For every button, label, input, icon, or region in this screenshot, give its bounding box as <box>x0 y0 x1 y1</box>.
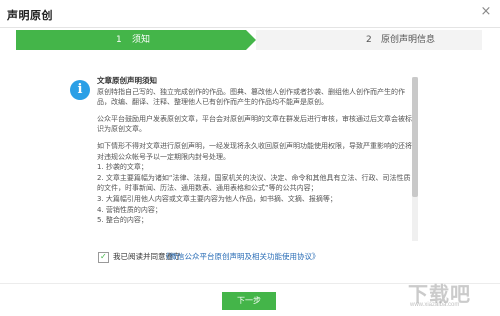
notice-list-item: 3. 大篇幅引用他人内容或文章主要内容为他人作品，如书摘、文摘、报摘等； <box>97 194 337 203</box>
close-icon[interactable]: × <box>479 5 493 19</box>
title-divider <box>0 27 500 28</box>
dialog-title: 声明原创 <box>7 9 53 22</box>
step-1-number: 1 <box>116 35 122 45</box>
notice-paragraph-restriction: 如下情形不得对文章进行原创声明，一经发现将永久收回原创声明功能使用权限，导致严重… <box>97 141 412 161</box>
notice-list-item: 2. 文章主要篇幅为诸如“法律、法规，国家机关的决议、决定、命令和其他具有立法、… <box>97 173 411 193</box>
step-1-label: 须知 <box>132 35 151 45</box>
dialog-titlebar: 声明原创 × <box>0 0 500 28</box>
notice-paragraph-definition: 原创特指自己写的、独立完成创作的作品。图典、篡改他人创作或者抄袭、删组他人创作而… <box>97 87 405 107</box>
notice-paragraph-review: 公众平台鼓励用户发表原创文章，平台会对原创声明的文章在群发后进行审核，审核通过后… <box>97 114 412 134</box>
step-progress: 1 须知 2 原创声明信息 <box>16 30 482 50</box>
notice-scrollbar-thumb[interactable] <box>412 77 418 197</box>
agreement-link[interactable]: 《微信公众平台原创声明及相关功能使用协议》 <box>162 250 320 264</box>
agreement-checkbox[interactable]: ✓ <box>98 252 109 263</box>
step-1-notice: 1 须知 <box>16 30 256 50</box>
notice-heading: 文章原创声明须知 <box>97 76 157 85</box>
check-mark-icon: ✓ <box>100 252 107 261</box>
next-step-button[interactable]: 下一步 <box>222 292 276 310</box>
step-2-declaration-info: 2 原创声明信息 <box>256 30 482 50</box>
info-icon: i <box>70 80 90 100</box>
notice-list-item: 4. 营销性质的内容； <box>97 205 162 214</box>
notice-list-item: 5. 整合的内容； <box>97 216 148 225</box>
step-2-label: 原创声明信息 <box>381 35 436 45</box>
notice-list-item: 1. 抄袭的文章； <box>97 163 148 172</box>
step-2-number: 2 <box>366 35 372 45</box>
watermark-url: www.xiazaiba.com <box>410 302 460 308</box>
notice-content: 文章原创声明须知 原创特指自己写的、独立完成创作的作品。图典、篡改他人创作或者抄… <box>97 76 413 226</box>
